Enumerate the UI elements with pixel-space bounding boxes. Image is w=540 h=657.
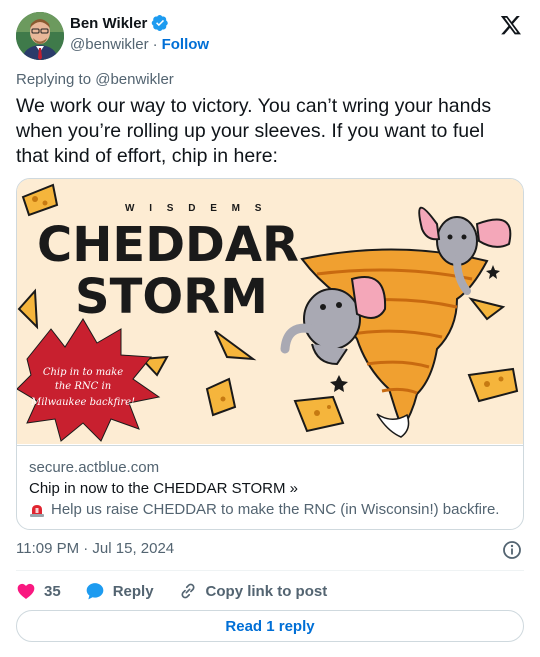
starburst-line-2: the RNC in bbox=[55, 381, 111, 392]
read-reply-button[interactable]: Read 1 reply bbox=[16, 610, 524, 642]
copy-link-button[interactable]: Copy link to post bbox=[178, 581, 328, 601]
link-icon bbox=[181, 583, 195, 599]
timestamp[interactable]: 11:09 PM · Jul 15, 2024 bbox=[16, 540, 174, 557]
info-icon[interactable] bbox=[502, 540, 522, 560]
link-description-row: Help us raise CHEDDAR to make the RNC (i… bbox=[29, 500, 511, 520]
link-title[interactable]: Chip in now to the CHEDDAR STORM » bbox=[29, 479, 511, 499]
link-preview-card[interactable]: W I S D E M S CHEDDAR STORM Chip in to m… bbox=[16, 178, 524, 530]
separator-dot: · bbox=[152, 36, 158, 53]
banner-org-label: W I S D E M S bbox=[125, 203, 267, 214]
speech-bubble-icon bbox=[86, 583, 104, 600]
banner-headline-2: STORM bbox=[75, 269, 268, 325]
avatar[interactable] bbox=[16, 12, 64, 60]
author-name[interactable]: Ben Wikler bbox=[70, 15, 147, 32]
heart-icon bbox=[17, 583, 35, 599]
x-logo-icon[interactable] bbox=[500, 14, 522, 36]
person-avatar bbox=[16, 12, 64, 60]
reply-button[interactable]: Reply bbox=[85, 581, 154, 601]
copy-link-label: Copy link to post bbox=[205, 582, 328, 600]
link-description: Help us raise CHEDDAR to make the RNC (i… bbox=[51, 501, 500, 518]
like-button[interactable]: 35 bbox=[16, 581, 61, 601]
tweet-text: We work our way to victory. You can’t wr… bbox=[16, 95, 492, 167]
banner-headline-1: CHEDDAR bbox=[37, 217, 299, 273]
action-bar: 35 Reply Copy link to post bbox=[16, 581, 351, 601]
link-info: secure.actblue.com Chip in now to the CH… bbox=[17, 445, 523, 529]
replying-to-label[interactable]: Replying to @benwikler bbox=[16, 71, 174, 88]
starburst-line-1: Chip in to make bbox=[43, 367, 123, 378]
link-domain: secure.actblue.com bbox=[29, 459, 160, 476]
link-banner-image: W I S D E M S CHEDDAR STORM Chip in to m… bbox=[17, 179, 523, 444]
starburst-line-3: Milwaukee backfire! bbox=[30, 397, 135, 408]
follow-button[interactable]: Follow bbox=[162, 36, 210, 53]
author-handle-row: @benwikler · Follow bbox=[70, 36, 209, 53]
siren-icon bbox=[30, 505, 44, 517]
author-handle[interactable]: @benwikler bbox=[70, 36, 149, 53]
verified-badge-icon bbox=[152, 14, 169, 32]
tweet-embed-card: Ben Wikler @benwikler · Follow Replying to… bbox=[0, 0, 540, 657]
cheddar-storm-banner: W I S D E M S CHEDDAR STORM Chip in to m… bbox=[17, 179, 523, 444]
like-count: 35 bbox=[44, 582, 61, 600]
divider bbox=[16, 570, 524, 571]
reply-label: Reply bbox=[112, 582, 154, 600]
author-name-row: Ben Wikler bbox=[70, 14, 169, 32]
